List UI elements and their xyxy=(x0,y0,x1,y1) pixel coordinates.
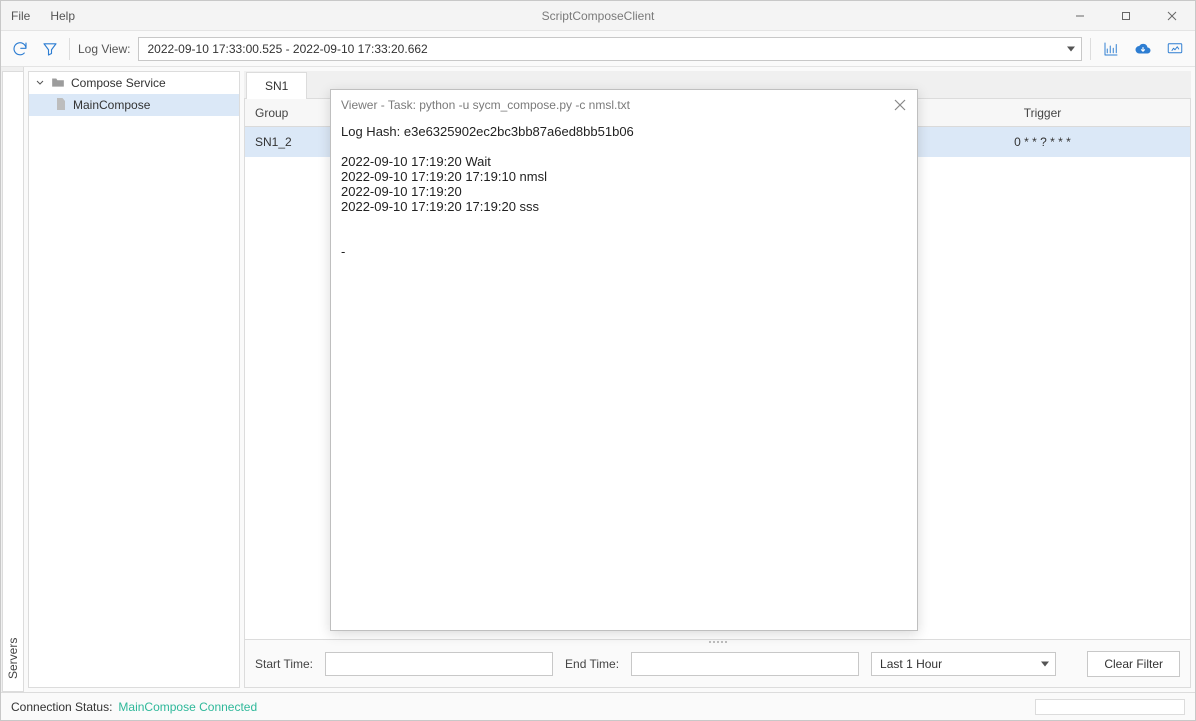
drag-handle-icon[interactable] xyxy=(703,641,733,645)
viewer-close-button[interactable] xyxy=(891,96,909,114)
log-view-value: 2022-09-10 17:33:00.525 - 2022-09-10 17:… xyxy=(147,42,427,56)
start-time-input[interactable] xyxy=(325,652,553,676)
chevron-down-icon xyxy=(1067,46,1075,51)
menubar: File Help xyxy=(1,1,85,30)
log-view-label: Log View: xyxy=(78,42,130,56)
end-time-input[interactable] xyxy=(631,652,859,676)
refresh-button[interactable] xyxy=(9,38,31,60)
folder-icon xyxy=(51,76,65,91)
viewer-titlebar[interactable]: Viewer - Task: python -u sycm_compose.py… xyxy=(331,90,917,120)
tree-root[interactable]: Compose Service xyxy=(29,72,239,94)
side-tab-servers[interactable]: Servers xyxy=(1,67,24,692)
column-trigger[interactable]: Trigger xyxy=(895,99,1190,126)
screen-button[interactable] xyxy=(1163,37,1187,61)
tree-pane: Compose Service MainCompose xyxy=(28,71,240,688)
toolbar-separator xyxy=(69,38,70,60)
toolbar: Log View: 2022-09-10 17:33:00.525 - 2022… xyxy=(1,31,1195,67)
viewer-dialog: Viewer - Task: python -u sycm_compose.py… xyxy=(330,89,918,631)
menu-file[interactable]: File xyxy=(1,1,40,30)
cell-trigger: 0 * * ? * * * xyxy=(895,135,1190,149)
time-range-value: Last 1 Hour xyxy=(880,657,942,671)
side-tab-label: Servers xyxy=(2,71,23,692)
filter-bar: Start Time: End Time: Last 1 Hour Clear … xyxy=(244,640,1191,688)
cloud-download-button[interactable] xyxy=(1131,37,1155,61)
viewer-title-text: Viewer - Task: python -u sycm_compose.py… xyxy=(341,98,630,112)
close-button[interactable] xyxy=(1149,1,1195,30)
status-progress xyxy=(1035,699,1185,715)
expand-icon xyxy=(35,79,45,87)
start-time-label: Start Time: xyxy=(255,657,313,671)
toolbar-separator-2 xyxy=(1090,38,1091,60)
file-icon xyxy=(55,97,67,114)
window-title: ScriptComposeClient xyxy=(542,9,655,23)
tree-root-label: Compose Service xyxy=(71,76,166,90)
end-time-label: End Time: xyxy=(565,657,619,671)
clear-filter-button[interactable]: Clear Filter xyxy=(1087,651,1180,677)
titlebar: File Help ScriptComposeClient xyxy=(1,1,1195,31)
status-value: MainCompose Connected xyxy=(118,700,257,714)
chevron-down-icon xyxy=(1041,661,1049,666)
status-bar: Connection Status: MainCompose Connected xyxy=(1,692,1195,720)
tab-sn1[interactable]: SN1 xyxy=(246,72,307,99)
window-controls xyxy=(1057,1,1195,30)
menu-help[interactable]: Help xyxy=(40,1,85,30)
chart-button[interactable] xyxy=(1099,37,1123,61)
tree-item-maincompose[interactable]: MainCompose xyxy=(29,94,239,116)
minimize-button[interactable] xyxy=(1057,1,1103,30)
maximize-button[interactable] xyxy=(1103,1,1149,30)
viewer-body[interactable]: Log Hash: e3e6325902ec2bc3bb87a6ed8bb51b… xyxy=(331,120,917,630)
time-range-combo[interactable]: Last 1 Hour xyxy=(871,652,1056,676)
status-label: Connection Status: xyxy=(11,700,112,714)
tree-item-label: MainCompose xyxy=(73,98,150,112)
filter-button[interactable] xyxy=(39,38,61,60)
app-window: File Help ScriptComposeClient Log View: … xyxy=(0,0,1196,721)
log-view-combo[interactable]: 2022-09-10 17:33:00.525 - 2022-09-10 17:… xyxy=(138,37,1082,61)
